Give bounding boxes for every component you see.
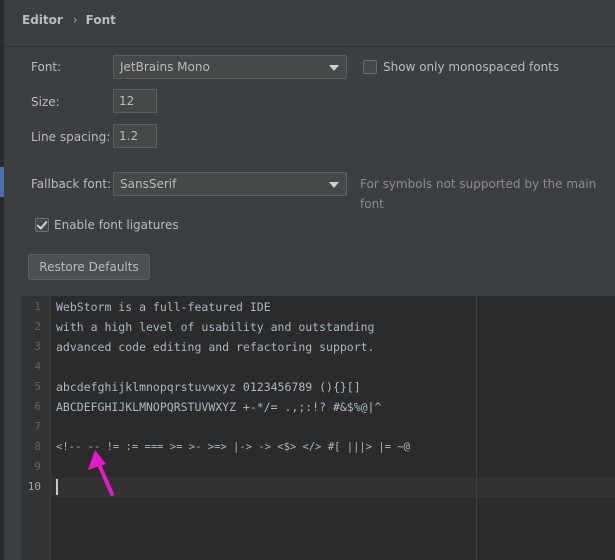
- chevron-down-icon: [329, 182, 339, 188]
- size-field[interactable]: 12: [113, 89, 157, 113]
- code-line: advanced code editing and refactoring su…: [56, 340, 375, 354]
- font-preview-editor[interactable]: 1 2 3 4 5 6 7 8 9 10 WebStorm is a full-…: [21, 296, 615, 560]
- fallback-font-combobox-value: SansSerif: [120, 177, 177, 191]
- current-line-highlight: [51, 477, 615, 497]
- line-number: 1: [34, 300, 41, 313]
- text-caret: [56, 479, 58, 495]
- line-number: 8: [34, 440, 41, 453]
- line-number: 4: [34, 360, 41, 373]
- right-margin-guide: [476, 296, 477, 560]
- fallback-font-hint: For symbols not supported by the main fo…: [360, 177, 597, 211]
- line-spacing-label: Line spacing:: [31, 130, 111, 144]
- monospaced-only-label[interactable]: Show only monospaced fonts: [383, 57, 559, 77]
- arrow-annotation-icon: [88, 450, 114, 496]
- fallback-font-combobox[interactable]: SansSerif: [113, 172, 347, 196]
- fallback-font-label: Fallback font:: [31, 177, 112, 191]
- font-combobox-value: JetBrains Mono: [120, 60, 210, 74]
- settings-tree-selection: [0, 167, 4, 197]
- line-number: 9: [34, 460, 41, 473]
- code-line: with a high level of usability and outst…: [56, 320, 375, 334]
- code-line: abcdefghijklmnopqrstuvwxyz 0123456789 ()…: [56, 380, 361, 394]
- breadcrumb-current: Font: [85, 13, 116, 27]
- chevron-down-icon: [329, 65, 339, 71]
- breadcrumb: Editor › Font: [22, 11, 116, 29]
- code-line: ABCDEFGHIJKLMNOPQRSTUVWXYZ +-*/= .,;:!? …: [56, 400, 382, 414]
- breadcrumb-parent[interactable]: Editor: [22, 13, 63, 27]
- line-number: 3: [34, 340, 41, 353]
- line-number: 7: [34, 420, 41, 433]
- code-line: WebStorm is a full-featured IDE: [56, 300, 271, 314]
- line-number-current: 10: [27, 480, 41, 493]
- header-separator: [4, 46, 615, 47]
- settings-tree-strip: [0, 0, 4, 560]
- ligatures-label[interactable]: Enable font ligatures: [54, 215, 179, 235]
- line-number: 6: [34, 400, 41, 413]
- monospaced-only-checkbox[interactable]: [363, 60, 377, 74]
- line-number-gutter: 1 2 3 4 5 6 7 8 9 10: [21, 296, 51, 560]
- restore-defaults-button[interactable]: Restore Defaults: [28, 254, 150, 280]
- size-label: Size:: [31, 95, 60, 109]
- ligatures-checkbox[interactable]: [35, 218, 49, 232]
- font-combobox[interactable]: JetBrains Mono: [113, 55, 347, 79]
- line-spacing-field[interactable]: 1.2: [113, 124, 157, 148]
- line-number: 2: [34, 320, 41, 333]
- line-number: 5: [34, 380, 41, 393]
- font-label: Font:: [31, 60, 62, 74]
- chevron-right-icon: ›: [72, 13, 78, 27]
